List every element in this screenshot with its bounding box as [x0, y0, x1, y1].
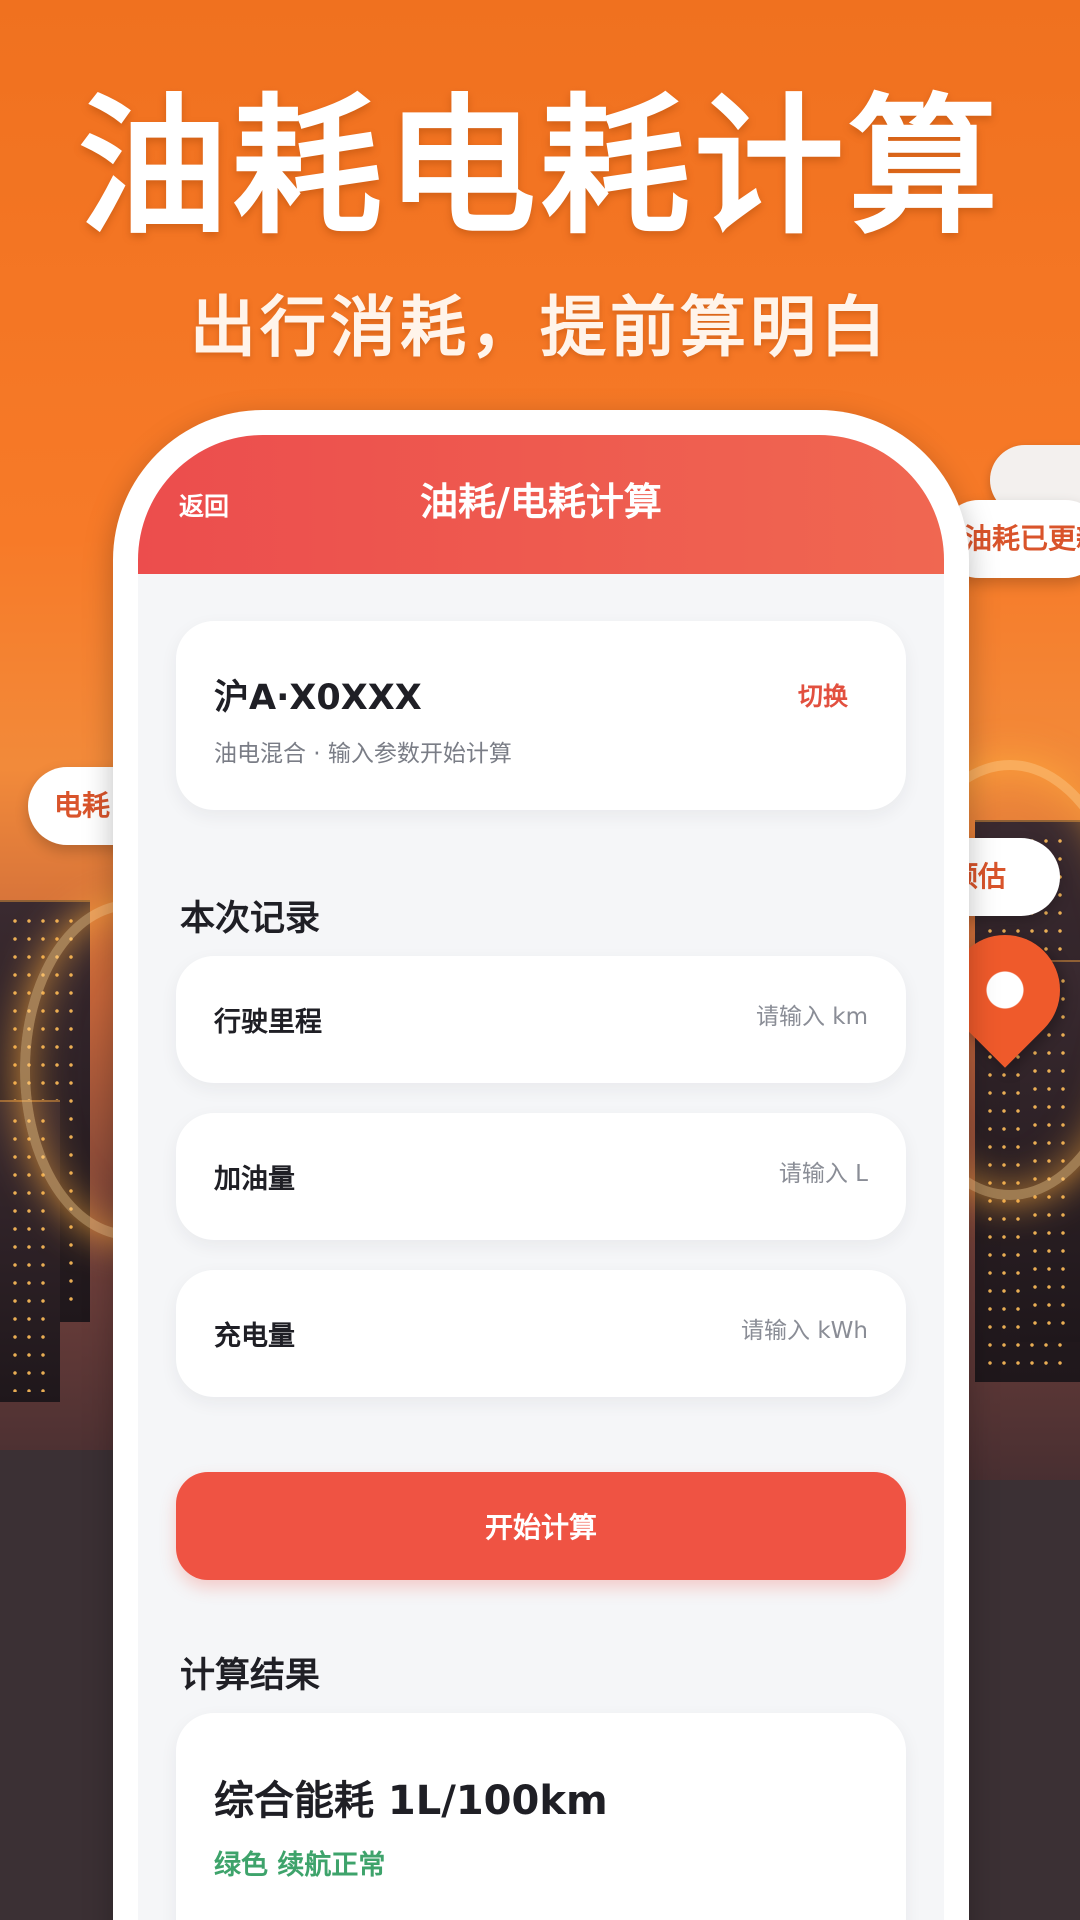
- result-card: 综合能耗 1L/100km 绿色 续航正常: [176, 1713, 906, 1920]
- nav-bar: 返回 油耗/电耗计算: [138, 435, 944, 574]
- result-status: 绿色 续航正常: [214, 1850, 386, 1881]
- calculate-button[interactable]: 开始计算: [176, 1472, 906, 1580]
- field-label: 行驶里程: [214, 1007, 322, 1038]
- result-value: 综合能耗 1L/100km: [214, 1778, 608, 1824]
- vehicle-description: 油电混合 · 输入参数开始计算: [214, 741, 512, 767]
- switch-vehicle-button[interactable]: 切换: [798, 677, 848, 713]
- vehicle-card: 沪A·X0XXX 切换 油电混合 · 输入参数开始计算: [176, 621, 906, 810]
- app-promo-screen: 油耗已更新 电耗 预估 油耗电耗计算 出行消耗，提前算明白 返回 油耗/电耗计算…: [0, 0, 1080, 1920]
- hero-title: 油耗电耗计算: [77, 81, 1002, 255]
- floating-tag-label: 电耗: [54, 789, 111, 822]
- page-title: 油耗/电耗计算: [420, 480, 662, 524]
- background-road: [0, 1450, 120, 1920]
- license-plate: 沪A·X0XXX: [214, 678, 422, 718]
- field-label: 加油量: [214, 1164, 295, 1195]
- fuel-field-row: 加油量: [176, 1113, 906, 1240]
- charge-input[interactable]: [508, 1306, 868, 1356]
- phone-screen: 返回 油耗/电耗计算 沪A·X0XXX 切换 油电混合 · 输入参数开始计算 本…: [138, 435, 944, 1920]
- result-section-title: 计算结果: [180, 1656, 321, 1696]
- charge-field-row: 充电量: [176, 1270, 906, 1397]
- background-road: [960, 1480, 1080, 1920]
- fuel-input[interactable]: [508, 1149, 868, 1199]
- mileage-input[interactable]: [508, 992, 868, 1042]
- mileage-field-row: 行驶里程: [176, 956, 906, 1083]
- field-label: 充电量: [214, 1321, 295, 1352]
- hero-subtitle: 出行消耗，提前算明白: [190, 289, 890, 366]
- floating-tag-label: 油耗已更新: [964, 522, 1080, 555]
- record-section-title: 本次记录: [180, 899, 321, 939]
- phone-frame: 返回 油耗/电耗计算 沪A·X0XXX 切换 油电混合 · 输入参数开始计算 本…: [113, 410, 969, 1920]
